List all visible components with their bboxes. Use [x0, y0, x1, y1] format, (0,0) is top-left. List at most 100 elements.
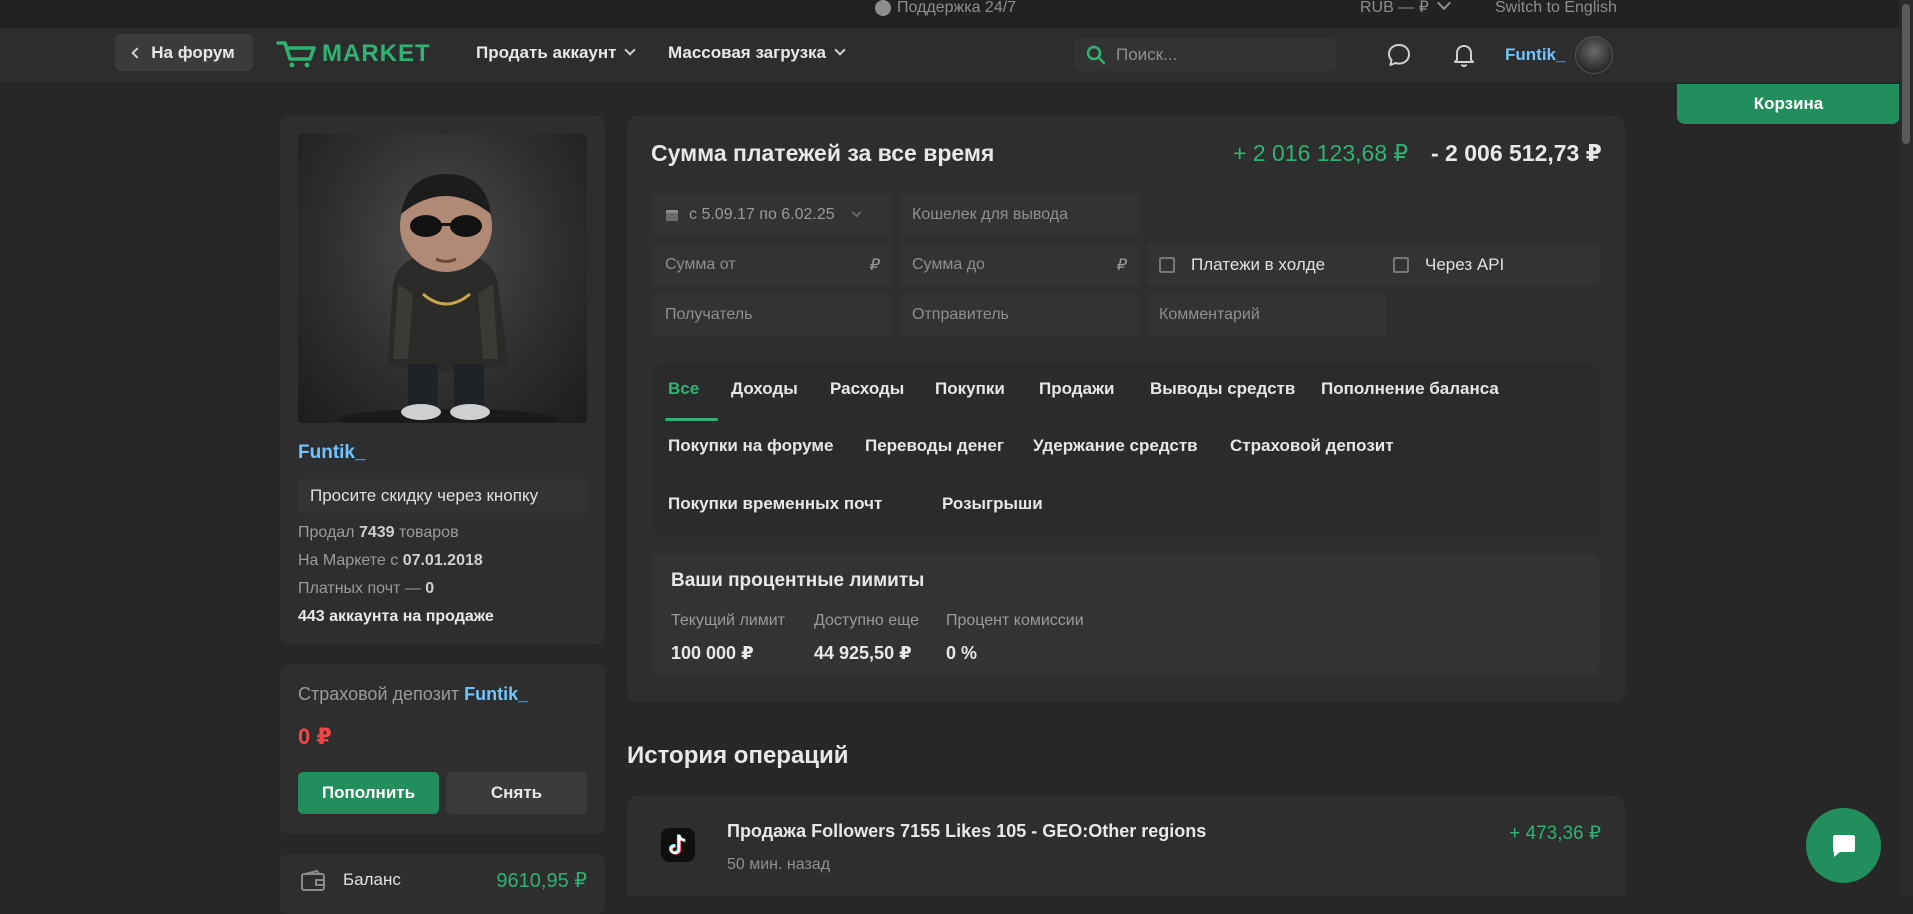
- menu-sell-account-label: Продать аккаунт: [476, 43, 617, 62]
- wallet-icon: [301, 870, 325, 891]
- chevron-down-icon: [1436, 0, 1451, 11]
- payments-income: + 2 016 123,68 ₽: [1233, 140, 1409, 166]
- hold-checkbox[interactable]: Платежи в холде: [1147, 244, 1386, 286]
- api-label: Через API: [1425, 255, 1505, 274]
- profile-avatar-image: [298, 134, 587, 423]
- profile-avatar-illustration: [338, 174, 558, 423]
- chevron-down-icon: [851, 207, 862, 217]
- tab-purchases[interactable]: Покупки: [935, 379, 1005, 399]
- ruble-icon: ₽: [869, 257, 880, 274]
- user-menu[interactable]: Funtik_: [1505, 36, 1614, 74]
- support-label: Поддержка 24/7: [897, 0, 1017, 16]
- balance-label: Баланс: [343, 870, 401, 889]
- sold-stat: Продал 7439 товаров: [298, 524, 459, 542]
- operation-tabs: Все Доходы Расходы Покупки Продажи Вывод…: [653, 364, 1599, 534]
- recipient-field[interactable]: Получатель: [653, 294, 892, 336]
- currency-label: RUB — ₽: [1360, 0, 1429, 16]
- messages-icon[interactable]: [1386, 42, 1412, 68]
- language-switch[interactable]: Switch to English: [1495, 0, 1617, 16]
- accounts-on-sale-link[interactable]: 443 аккаунта на продаже: [298, 608, 494, 626]
- checkbox-icon: [1159, 257, 1175, 273]
- payments-card: Сумма платежей за все время + 2 016 123,…: [627, 116, 1625, 702]
- sender-placeholder: Отправитель: [912, 306, 1009, 323]
- since-prefix: На Маркете с: [298, 552, 403, 569]
- cart-logo-icon: [276, 41, 316, 68]
- menu-mass-upload[interactable]: Массовая загрузка: [668, 43, 846, 63]
- limits-panel: Ваши процентные лимиты Текущий лимит 100…: [653, 554, 1599, 675]
- tab-temp-mail-purchases[interactable]: Покупки временных почт: [668, 494, 882, 514]
- profile-card: Funtik_ Просите скидку через кнопку Прод…: [280, 116, 605, 644]
- profile-status: Просите скидку через кнопку: [298, 479, 587, 513]
- search-box[interactable]: [1074, 38, 1336, 71]
- api-checkbox[interactable]: Через API: [1381, 244, 1599, 286]
- history-title: История операций: [627, 742, 849, 769]
- back-to-forum-button[interactable]: На форум: [115, 34, 253, 71]
- limits-title: Ваши процентные лимиты: [671, 570, 925, 591]
- search-input[interactable]: [1116, 44, 1316, 65]
- back-to-forum-label: На форум: [151, 42, 235, 62]
- operation-title: Продажа Followers 7155 Likes 105 - GEO:O…: [727, 821, 1207, 841]
- wallet-field[interactable]: Кошелек для вывода: [900, 194, 1139, 236]
- tab-insurance-deposit[interactable]: Страховой депозит: [1230, 436, 1394, 456]
- wallet-placeholder: Кошелек для вывода: [912, 206, 1068, 223]
- sum-to-field[interactable]: Сумма до ₽: [900, 244, 1139, 286]
- menu-sell-account[interactable]: Продать аккаунт: [476, 43, 637, 63]
- tab-sales[interactable]: Продажи: [1039, 379, 1115, 399]
- recipient-placeholder: Получатель: [665, 306, 753, 323]
- scrollbar[interactable]: [1899, 0, 1913, 896]
- chat-bubble-icon: [875, 0, 891, 16]
- since-date: 07.01.2018: [402, 552, 483, 569]
- sender-field[interactable]: Отправитель: [900, 294, 1139, 336]
- deposit-withdraw-button[interactable]: Снять: [446, 772, 587, 814]
- tab-expenses[interactable]: Расходы: [830, 379, 904, 399]
- currency-selector[interactable]: RUB — ₽: [1360, 0, 1451, 16]
- since-stat: На Маркете с 07.01.2018: [298, 552, 483, 570]
- deposit-amount: 0 ₽: [298, 724, 332, 749]
- tab-forum-purchases[interactable]: Покупки на форуме: [668, 436, 833, 456]
- payments-title: Сумма платежей за все время: [651, 140, 995, 166]
- date-range-picker[interactable]: с 5.09.17 по 6.02.25: [653, 194, 892, 236]
- tab-holds[interactable]: Удержание средств: [1033, 436, 1198, 456]
- tab-all[interactable]: Все: [668, 379, 699, 399]
- cart-button[interactable]: Корзина: [1677, 84, 1900, 124]
- sold-count: 7439: [358, 524, 395, 541]
- paid-mail-prefix: Платных почт —: [298, 580, 426, 597]
- sum-to-placeholder: Сумма до: [912, 256, 985, 273]
- deposit-title-user[interactable]: Funtik_: [464, 684, 528, 704]
- commission-label: Процент комиссии: [946, 612, 1084, 629]
- deposit-topup-button[interactable]: Пополнить: [298, 772, 439, 814]
- profile-username[interactable]: Funtik_: [298, 442, 366, 464]
- checkbox-icon: [1393, 257, 1409, 273]
- ruble-icon: ₽: [1116, 257, 1127, 274]
- tab-balance-topup[interactable]: Пополнение баланса: [1321, 379, 1499, 399]
- sold-suffix: товаров: [394, 524, 459, 541]
- chat-button[interactable]: [1806, 808, 1881, 883]
- nav-username: Funtik_: [1505, 45, 1566, 64]
- tiktok-icon: [661, 828, 695, 862]
- search-icon: [1086, 45, 1106, 64]
- support-link[interactable]: Поддержка 24/7: [875, 0, 1016, 16]
- tab-income[interactable]: Доходы: [731, 379, 798, 399]
- menu-mass-upload-label: Массовая загрузка: [668, 43, 827, 62]
- available-value: 44 925,50 ₽: [814, 643, 912, 663]
- payments-expense: - 2 006 512,73 ₽: [1431, 140, 1602, 166]
- navbar: На форум MARKET Продать аккаунт Массовая…: [0, 28, 1913, 84]
- sum-from-field[interactable]: Сумма от ₽: [653, 244, 892, 286]
- commission-value: 0 %: [946, 643, 978, 663]
- balance-amount: 9610,95 ₽: [496, 870, 587, 892]
- scrollbar-thumb[interactable]: [1902, 4, 1910, 144]
- tab-giveaways[interactable]: Розыгрыши: [942, 494, 1043, 514]
- tab-money-transfers[interactable]: Переводы денег: [865, 436, 1004, 456]
- bell-icon[interactable]: [1451, 42, 1477, 68]
- active-tab-indicator: [665, 418, 718, 421]
- tab-withdrawals[interactable]: Выводы средств: [1150, 379, 1295, 399]
- available-label: Доступно еще: [814, 612, 920, 629]
- logo[interactable]: MARKET: [276, 40, 431, 68]
- limit-value: 100 000 ₽: [671, 643, 754, 663]
- paid-mail-count: 0: [425, 580, 435, 597]
- comment-field[interactable]: Комментарий: [1147, 294, 1386, 336]
- calendar-icon: [666, 210, 678, 221]
- deposit-title: Страховой депозит Funtik_: [298, 684, 528, 705]
- deposit-card: Страховой депозит Funtik_ 0 ₽ Пополнить …: [280, 664, 605, 834]
- operation-row[interactable]: Продажа Followers 7155 Likes 105 - GEO:O…: [627, 796, 1625, 896]
